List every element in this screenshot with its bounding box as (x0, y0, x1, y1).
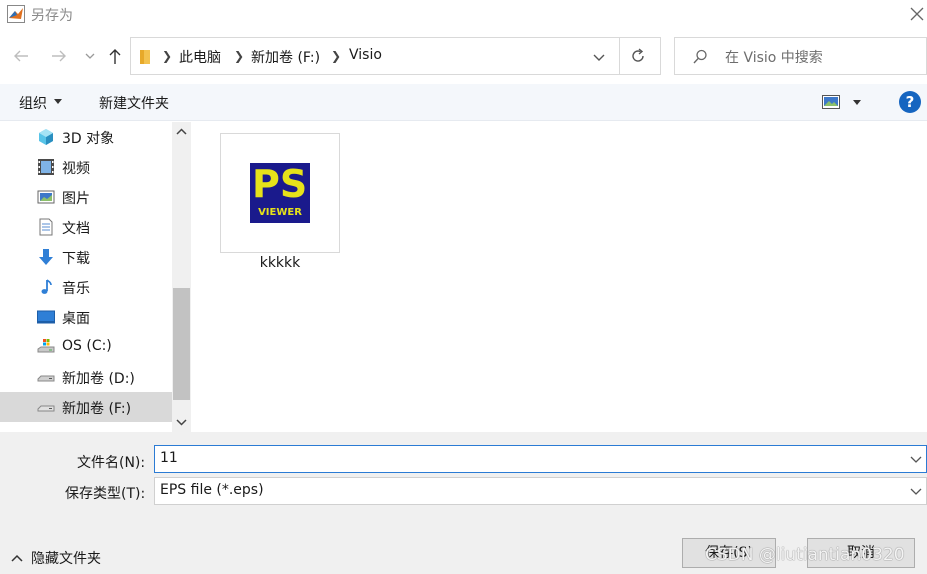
scrollbar-thumb[interactable] (173, 288, 190, 400)
address-bar[interactable]: ❯ 此电脑 ❯ 新加卷 (F:) ❯ Visio (130, 37, 661, 75)
command-toolbar: 组织 新建文件夹 ? (0, 84, 927, 121)
sidebar-item-downloads[interactable]: 下载 (0, 242, 172, 272)
sidebar-item-label: 新加卷 (D:) (62, 371, 135, 387)
documents-icon (39, 218, 53, 236)
sidebar-item-label: 视频 (62, 161, 90, 177)
close-icon[interactable] (906, 3, 927, 25)
sidebar-item-3d-objects[interactable]: 3D 对象 (0, 122, 172, 152)
navigation-pane: 3D 对象 视频 图片 文档 下载 音乐 桌面 OS (C:) 新加卷 (D:)… (0, 122, 172, 432)
ps-viewer-icon: PS VIEWER (250, 163, 310, 223)
folder-icon (140, 50, 150, 64)
sidebar-item-music[interactable]: 音乐 (0, 272, 172, 302)
filetype-select[interactable]: EPS file (*.eps) (154, 477, 927, 505)
filetype-dropdown-chevron-icon[interactable] (910, 486, 922, 496)
breadcrumb-separator-icon: ❯ (331, 49, 342, 63)
hide-folders-chevron-icon[interactable] (11, 553, 23, 563)
forward-arrow-icon[interactable] (47, 44, 71, 68)
organize-caret-icon[interactable] (54, 99, 62, 104)
filename-value: 11 (160, 450, 178, 466)
scroll-up-chevron-icon[interactable] (172, 122, 191, 142)
help-icon[interactable]: ? (899, 91, 921, 113)
sidebar-item-pictures[interactable]: 图片 (0, 182, 172, 212)
sidebar-item-label: 新加卷 (F:) (62, 401, 132, 417)
sidebar-item-drive-f[interactable]: 新加卷 (F:) (0, 392, 172, 422)
filename-dropdown-chevron-icon[interactable] (910, 454, 922, 464)
drive-icon (37, 339, 55, 353)
view-mode-icon[interactable] (822, 95, 840, 109)
file-list: PS VIEWER kkkkk (191, 122, 927, 432)
music-icon (41, 279, 52, 294)
refresh-icon[interactable] (628, 46, 648, 66)
filename-label: 文件名(N): (77, 455, 146, 471)
recent-locations-chevron-icon[interactable] (80, 44, 104, 68)
search-box[interactable]: 在 Visio 中搜索 (674, 37, 927, 75)
save-form: 文件名(N): 11 保存类型(T): EPS file (*.eps) 隐藏文… (0, 432, 927, 574)
breadcrumb-visio[interactable]: Visio (349, 47, 382, 63)
sidebar-item-label: 桌面 (62, 311, 90, 327)
ps-viewer-icon-text: PS (252, 162, 308, 206)
filetype-value: EPS file (*.eps) (160, 482, 264, 498)
ps-viewer-icon-subtext: VIEWER (258, 207, 302, 218)
sidebar-scrollbar[interactable] (172, 122, 191, 432)
window-title: 另存为 (31, 8, 73, 24)
sidebar-item-label: 3D 对象 (62, 131, 115, 147)
breadcrumb-drive-f[interactable]: 新加卷 (F:) (251, 47, 320, 67)
back-arrow-icon[interactable] (9, 44, 33, 68)
breadcrumb-separator-icon: ❯ (162, 49, 173, 63)
filename-input[interactable]: 11 (154, 445, 927, 473)
sidebar-item-label: OS (C:) (62, 338, 112, 354)
hide-folders-toggle[interactable]: 隐藏文件夹 (31, 548, 101, 568)
search-placeholder: 在 Visio 中搜索 (725, 50, 823, 66)
sidebar-item-videos[interactable]: 视频 (0, 152, 172, 182)
matlab-app-icon (7, 5, 25, 23)
sidebar-item-desktop[interactable]: 桌面 (0, 302, 172, 332)
sidebar-item-drive-d[interactable]: 新加卷 (D:) (0, 362, 172, 392)
breadcrumb-separator-icon: ❯ (234, 49, 245, 63)
sidebar-item-label: 音乐 (62, 281, 90, 297)
organize-button[interactable]: 组织 (19, 93, 47, 113)
drive-icon (37, 375, 55, 382)
sidebar-item-label: 图片 (62, 191, 90, 207)
search-icon (693, 49, 707, 64)
sidebar-item-documents[interactable]: 文档 (0, 212, 172, 242)
file-tile[interactable]: PS VIEWER (220, 133, 340, 253)
up-arrow-icon[interactable] (103, 44, 127, 68)
download-icon (39, 249, 53, 265)
address-dropdown-chevron-icon[interactable] (591, 49, 607, 65)
sidebar-item-label: 下载 (62, 251, 90, 267)
sidebar-item-drive-c[interactable]: OS (C:) (0, 332, 172, 362)
navigation-row: ❯ 此电脑 ❯ 新加卷 (F:) ❯ Visio 在 Visio 中搜索 (0, 28, 927, 84)
scroll-down-chevron-icon[interactable] (172, 412, 191, 432)
pictures-icon (37, 190, 55, 204)
title-bar: 另存为 (0, 0, 927, 28)
video-icon (38, 159, 54, 175)
breadcrumb-this-pc[interactable]: 此电脑 (179, 47, 221, 67)
new-folder-button[interactable]: 新建文件夹 (99, 93, 169, 113)
drive-icon (37, 405, 55, 412)
file-name-label[interactable]: kkkkk (220, 255, 340, 271)
3d-objects-icon (39, 129, 53, 145)
desktop-icon (37, 310, 55, 324)
view-options-caret-icon[interactable] (853, 100, 861, 105)
address-divider (619, 38, 620, 74)
watermark-text: CSDN @liutiantian0320 (705, 545, 905, 565)
sidebar-item-label: 文档 (62, 221, 90, 237)
filetype-label: 保存类型(T): (65, 486, 146, 502)
